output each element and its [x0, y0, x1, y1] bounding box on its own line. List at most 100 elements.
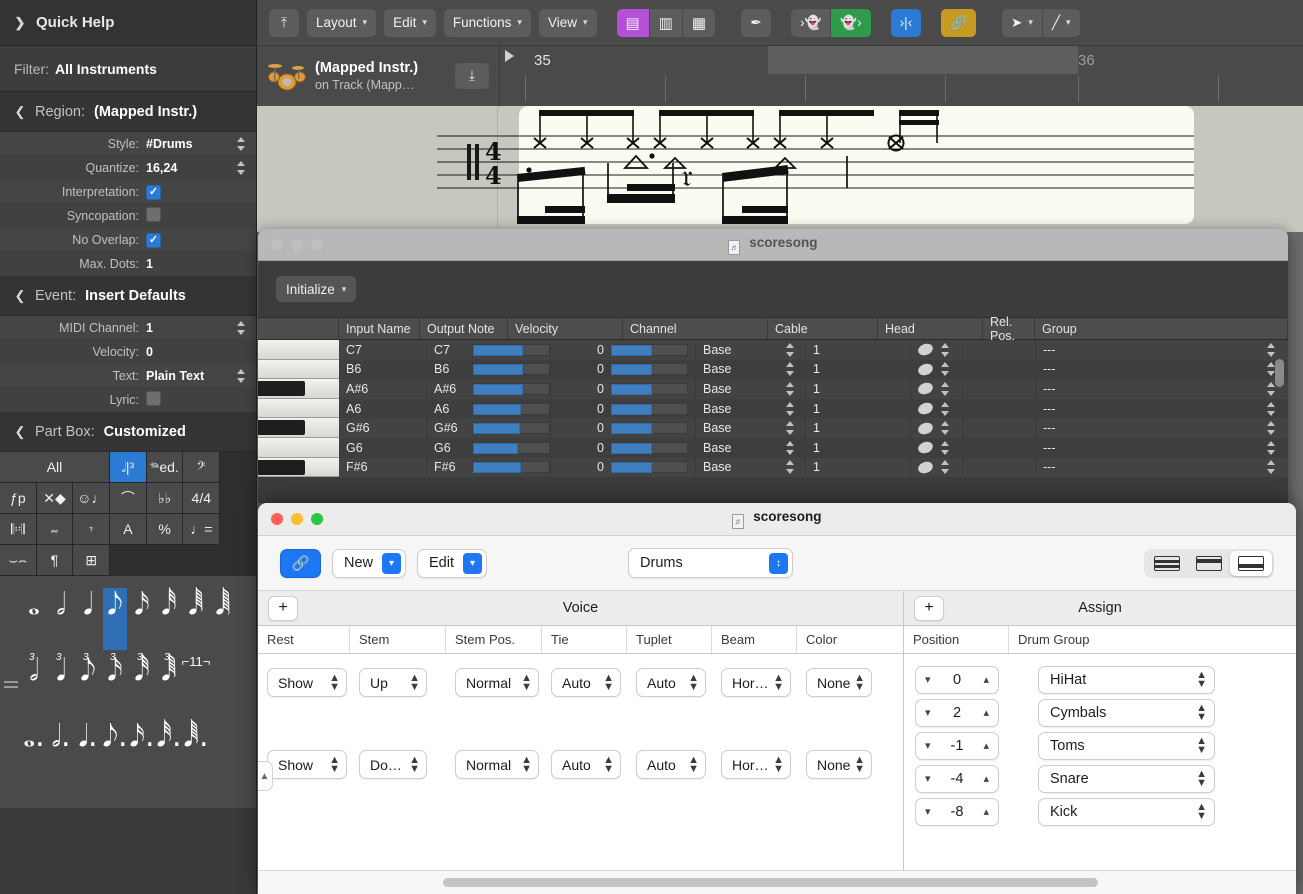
- cell-channel[interactable]: Base: [696, 359, 806, 380]
- cell-velocity[interactable]: 0: [551, 359, 696, 380]
- initialize-popup-button[interactable]: Initialize ▾: [276, 276, 357, 302]
- stepper-icon[interactable]: [940, 440, 952, 456]
- view-top-heavy[interactable]: [1188, 551, 1230, 576]
- cell-velocity[interactable]: 0: [551, 379, 696, 399]
- resize-grip-icon[interactable]: [4, 678, 18, 690]
- cell-group[interactable]: ---: [1036, 340, 1288, 360]
- map-col-rel-pos[interactable]: Rel. Pos.: [983, 315, 1035, 343]
- stepper-icon[interactable]: [1266, 420, 1278, 436]
- note-value-button[interactable]: 3 𝅘𝅥𝅱: [157, 652, 181, 716]
- note-value-button[interactable]: 𝅗𝅥.: [49, 720, 73, 782]
- voice-col-tie[interactable]: Tie: [542, 626, 627, 653]
- menu-view[interactable]: View ▾: [538, 8, 597, 37]
- part-box-section-header[interactable]: ❮ Part Box: Customized: [0, 412, 256, 452]
- note-value-button[interactable]: 3 𝅗𝅥: [22, 652, 46, 716]
- stepper-icon[interactable]: [785, 440, 797, 456]
- cell-input-name[interactable]: C7: [339, 340, 427, 360]
- cell-output-note[interactable]: F#6: [427, 457, 551, 478]
- voice-beam-select[interactable]: Hor… ▲ ▼: [721, 668, 791, 697]
- part-box-tab-chord-grid[interactable]: ⊞: [73, 545, 111, 576]
- cell-velocity[interactable]: 0: [551, 418, 696, 438]
- stepper-icon[interactable]: [1266, 401, 1278, 417]
- cell-cable[interactable]: 1: [806, 340, 911, 360]
- stepper-icon[interactable]: [940, 401, 952, 417]
- region-row[interactable]: Style: #Drums: [0, 132, 256, 156]
- cell-group[interactable]: ---: [1036, 379, 1288, 399]
- note-value-button[interactable]: 𝅗𝅥: [49, 588, 73, 650]
- drum-group-select[interactable]: Kick ▲ ▼: [1038, 797, 1215, 826]
- stepper-icon[interactable]: [940, 420, 952, 436]
- keyboard-key[interactable]: [258, 437, 339, 458]
- cell-group[interactable]: ---: [1036, 458, 1288, 478]
- link-toggle-button[interactable]: 🔗: [280, 548, 321, 578]
- voice-rest-select[interactable]: Show ▲ ▼: [267, 750, 347, 779]
- chevron-up-icon[interactable]: ▴: [983, 805, 989, 818]
- voice-stem-select[interactable]: Do… ▲ ▼: [359, 750, 427, 779]
- voice-beam-select[interactable]: Hor… ▲ ▼: [721, 750, 791, 779]
- note-value-button[interactable]: 3 𝅘𝅥𝅯: [103, 652, 127, 716]
- position-stepper[interactable]: ▾ 0 ▴: [915, 665, 999, 694]
- voice-tie-select[interactable]: Auto ▲ ▼: [551, 750, 621, 779]
- import-button[interactable]: ⤓: [455, 63, 489, 89]
- part-box-tab-noteheads[interactable]: ✕◆: [36, 483, 74, 514]
- note-value-button[interactable]: 𝅘𝅥𝅯.: [129, 720, 154, 782]
- cell-head[interactable]: [911, 379, 963, 399]
- stepper-icon[interactable]: [236, 160, 248, 176]
- midi-thru-button[interactable]: 👻›: [831, 8, 871, 37]
- cell-group[interactable]: ---: [1036, 360, 1288, 380]
- map-col-input-name[interactable]: Input Name: [339, 318, 420, 339]
- cell-input-name[interactable]: G#6: [339, 418, 427, 438]
- chevron-down-icon[interactable]: ▾: [925, 706, 931, 719]
- playhead-marker-icon[interactable]: [505, 50, 514, 62]
- pointer-tool-button[interactable]: ➤ ▾: [1002, 8, 1043, 37]
- cell-head[interactable]: [911, 340, 963, 360]
- region-row[interactable]: Max. Dots: 1: [0, 252, 256, 276]
- menu-layout[interactable]: Layout ▾: [307, 8, 377, 37]
- note-value-button[interactable]: 3 𝅘𝅥: [49, 652, 73, 716]
- event-row[interactable]: Velocity: 0: [0, 340, 256, 364]
- part-box-tab-symbols[interactable]: ☺♩: [73, 483, 111, 514]
- note-value-button[interactable]: 𝅘𝅥𝅱.: [183, 720, 208, 782]
- edit-popup-button[interactable]: Edit ▾: [417, 548, 488, 578]
- cell-input-name[interactable]: A6: [339, 398, 427, 419]
- menu-edit[interactable]: Edit ▾: [384, 8, 436, 37]
- keyboard-key[interactable]: [258, 379, 339, 399]
- cell-output-note[interactable]: A#6: [427, 379, 551, 399]
- cell-cable[interactable]: 1: [806, 418, 911, 438]
- position-stepper[interactable]: ▾ -1 ▴: [915, 731, 999, 760]
- catch-playhead-button[interactable]: ›|‹: [890, 8, 922, 37]
- map-col-head[interactable]: Head: [878, 318, 983, 339]
- part-box-tab-dynamics[interactable]: ƒp: [0, 483, 37, 514]
- event-row[interactable]: MIDI Channel: 1: [0, 316, 256, 340]
- new-popup-button[interactable]: New ▾: [332, 548, 407, 578]
- cell-rel-pos[interactable]: [963, 457, 1036, 478]
- note-value-button[interactable]: 3 𝅘𝅥𝅰: [130, 652, 154, 716]
- cell-rel-pos[interactable]: [963, 359, 1036, 380]
- part-box-tab-rests[interactable]: 𝄾: [73, 514, 111, 545]
- cell-input-name[interactable]: B6: [339, 359, 427, 380]
- part-box-tab-all[interactable]: All: [0, 452, 110, 483]
- drum-group-select[interactable]: Cymbals ▲ ▼: [1038, 698, 1215, 727]
- score-canvas[interactable]: 4 4 𝔯: [257, 106, 1303, 232]
- part-box-tab-ornaments[interactable]: 𝆗: [36, 514, 74, 545]
- voice-col-color[interactable]: Color: [797, 626, 903, 653]
- region-row[interactable]: Syncopation:: [0, 204, 256, 228]
- cell-output-note[interactable]: G6: [427, 437, 551, 458]
- cell-output-note[interactable]: G#6: [427, 418, 551, 438]
- cell-cable[interactable]: 1: [806, 379, 911, 399]
- note-value-button[interactable]: 𝅘𝅥𝅰: [157, 588, 181, 650]
- checkbox-checked[interactable]: ✓: [146, 232, 161, 248]
- map-row[interactable]: B6 B6 0 Base 1 ---: [258, 359, 1288, 380]
- part-box-tab-tempo[interactable]: ♩=: [183, 514, 221, 545]
- keyboard-key[interactable]: [258, 457, 339, 478]
- part-box-tab-accidentals[interactable]: ♭♭: [146, 483, 184, 514]
- chevron-down-icon[interactable]: ▾: [925, 673, 931, 686]
- stepper-icon[interactable]: [785, 420, 797, 436]
- checkbox-unchecked[interactable]: [146, 206, 161, 222]
- bar-ruler[interactable]: 35 36 37: [500, 46, 1303, 106]
- linear-view-button[interactable]: ▥: [649, 8, 683, 37]
- map-col-output-note[interactable]: Output Note: [420, 318, 508, 339]
- note-value-button[interactable]: 𝅘𝅥𝅮: [103, 588, 127, 650]
- voice-col-rest[interactable]: Rest: [258, 626, 350, 653]
- part-box-tab-time-signature[interactable]: 4/4: [183, 483, 221, 514]
